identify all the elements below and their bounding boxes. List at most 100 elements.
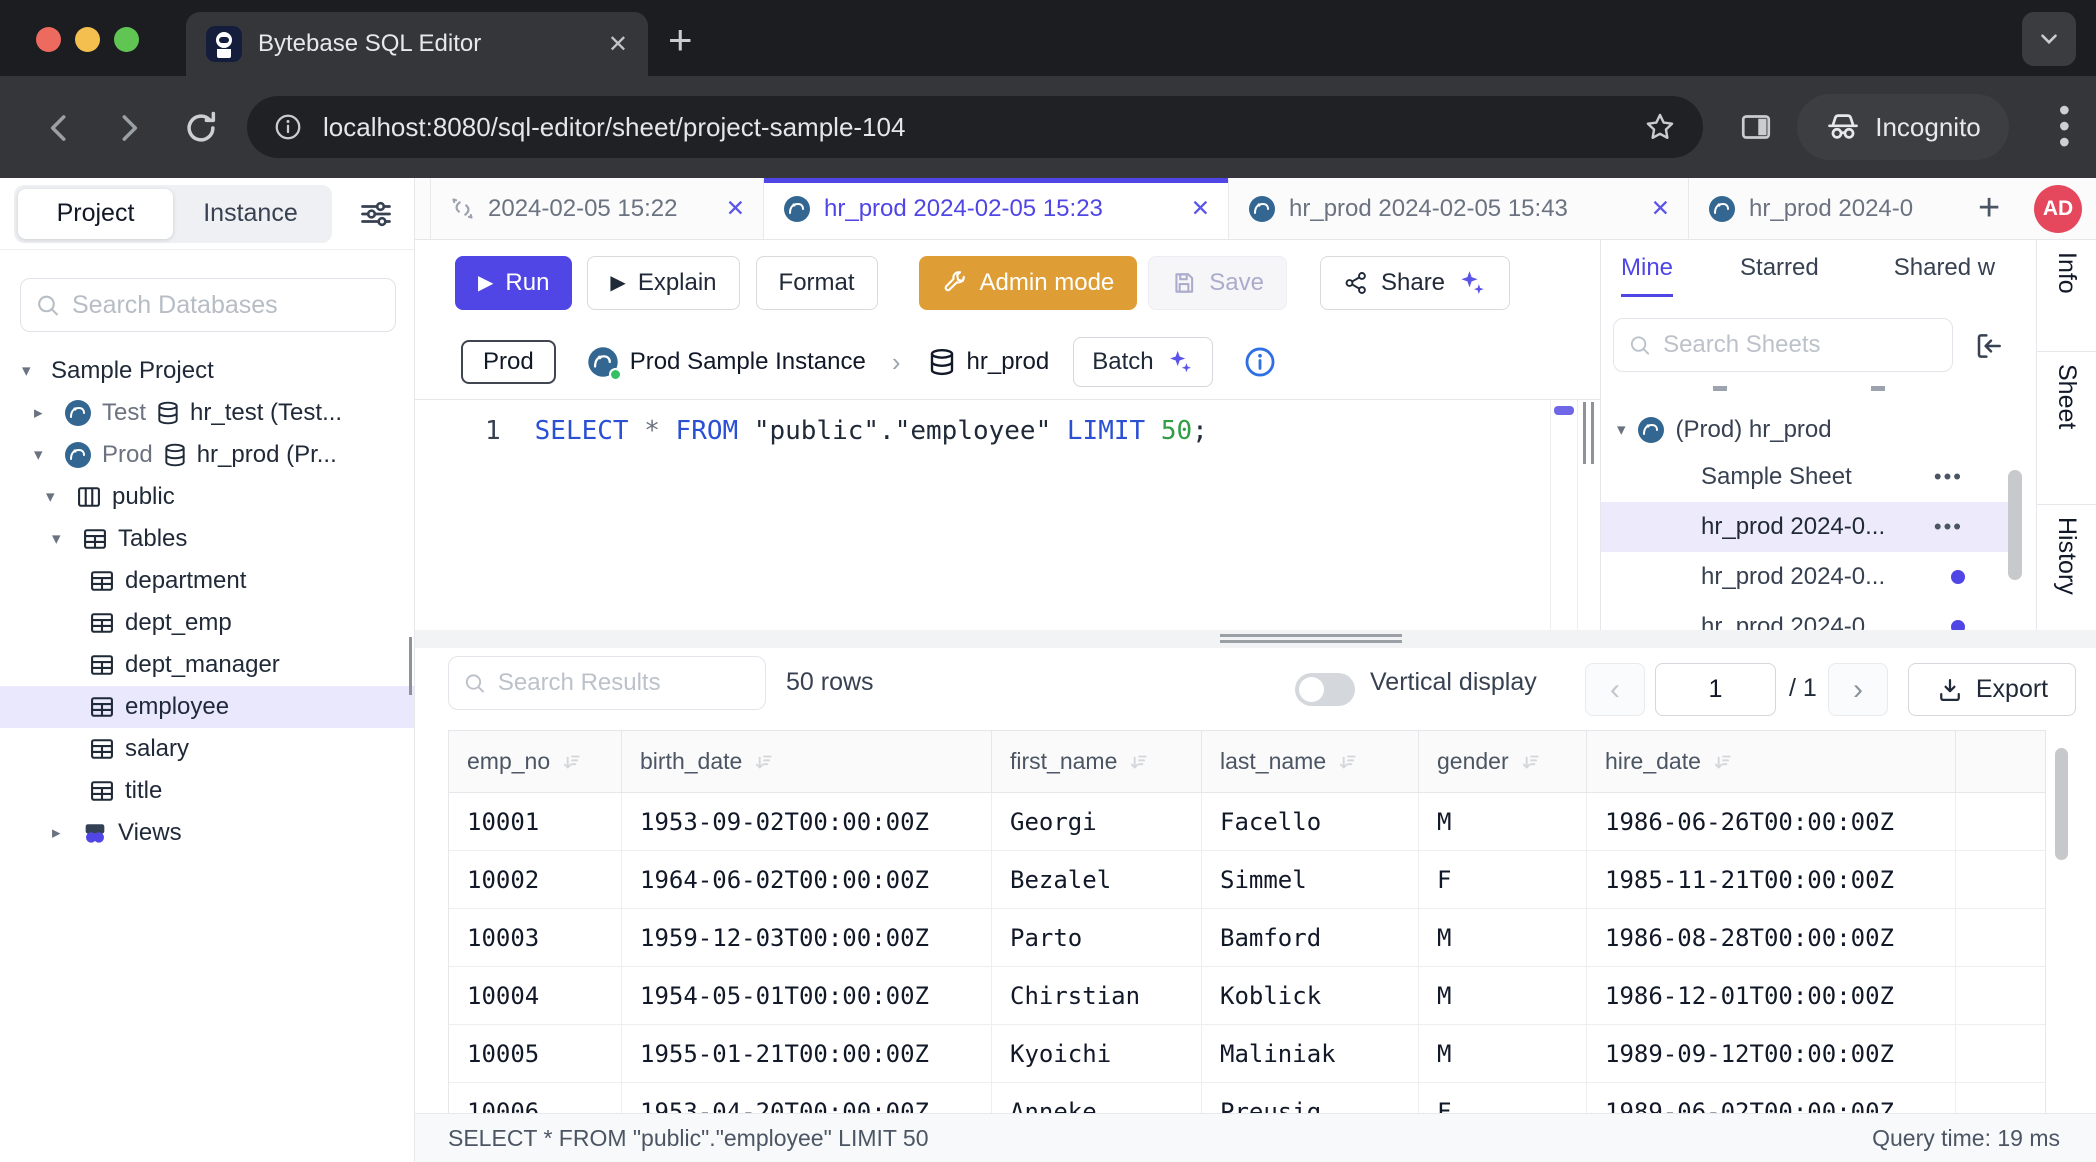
table-row[interactable]: 10003 1959-12-03T00:00:00Z Parto Bamford…	[449, 909, 2045, 967]
cell-last-name[interactable]: Preusig	[1202, 1083, 1419, 1114]
cell-last-name[interactable]: Bamford	[1202, 909, 1419, 966]
cell-last-name[interactable]: Simmel	[1202, 851, 1419, 908]
sort-icon[interactable]	[1336, 751, 1358, 773]
tree-item-table-employee[interactable]: employee	[0, 686, 414, 728]
explain-button[interactable]: ▶ Explain	[587, 256, 739, 310]
sort-icon[interactable]	[560, 751, 582, 773]
site-info-icon[interactable]	[273, 112, 303, 142]
table-row[interactable]: 10001 1953-09-02T00:00:00Z Georgi Facell…	[449, 793, 2045, 851]
cell-last-name[interactable]: Facello	[1202, 793, 1419, 850]
cell-birth-date[interactable]: 1955-01-21T00:00:00Z	[622, 1025, 992, 1082]
editor-scrollbar-thumb[interactable]	[1554, 406, 1574, 415]
cell-hire-date[interactable]: 1985-11-21T00:00:00Z	[1587, 851, 1956, 908]
cell-gender[interactable]: F	[1419, 1083, 1587, 1114]
tree-settings-button[interactable]	[358, 196, 394, 232]
browser-tab[interactable]: Bytebase SQL Editor ✕	[186, 12, 648, 76]
caret-down-icon[interactable]: ▾	[34, 445, 54, 465]
browser-menu-button[interactable]: •••	[2059, 102, 2070, 150]
format-button[interactable]: Format	[756, 256, 878, 310]
tab-info[interactable]: Info	[2037, 240, 2096, 352]
sort-icon[interactable]	[1519, 751, 1541, 773]
forward-button[interactable]	[110, 109, 148, 147]
run-button[interactable]: ▶ Run	[455, 256, 572, 310]
column-header-emp-no[interactable]: emp_no	[449, 731, 622, 792]
browser-tab-close-icon[interactable]: ✕	[608, 30, 628, 59]
caret-down-icon[interactable]: ▾	[22, 361, 42, 381]
column-header-first-name[interactable]: first_name	[992, 731, 1202, 792]
reload-button[interactable]	[182, 109, 220, 147]
cell-first-name[interactable]: Kyoichi	[992, 1025, 1202, 1082]
tab-shared[interactable]: Shared w	[1894, 254, 1995, 297]
cell-emp-no[interactable]: 10002	[449, 851, 622, 908]
tree-item-project[interactable]: ▾ Sample Project	[0, 350, 414, 392]
vertical-display-toggle[interactable]	[1295, 673, 1355, 706]
side-panel-button[interactable]	[1738, 109, 1774, 145]
cell-hire-date[interactable]: 1986-12-01T00:00:00Z	[1587, 967, 1956, 1024]
worksheet-tab-4[interactable]: hr_prod 2024-0	[1689, 178, 1964, 239]
sheet-item-sample[interactable]: Sample Sheet •••	[1601, 452, 2011, 502]
tree-item-table-dept-manager[interactable]: dept_manager	[0, 644, 414, 686]
column-header-hire-date[interactable]: hire_date	[1587, 731, 1956, 792]
worksheet-tab-2-active[interactable]: hr_prod 2024-02-05 15:23 ✕	[764, 178, 1229, 239]
connection-info-button[interactable]	[1243, 345, 1277, 379]
cell-gender[interactable]: M	[1419, 967, 1587, 1024]
sheet-search-input[interactable]	[1663, 331, 1938, 359]
cell-gender[interactable]: F	[1419, 851, 1587, 908]
new-worksheet-button[interactable]: +	[1978, 187, 2000, 230]
table-row[interactable]: 10005 1955-01-21T00:00:00Z Kyoichi Malin…	[449, 1025, 2045, 1083]
cell-birth-date[interactable]: 1953-04-20T00:00:00Z	[622, 1083, 992, 1114]
tree-item-table-salary[interactable]: salary	[0, 728, 414, 770]
results-search[interactable]	[448, 656, 766, 710]
caret-right-icon[interactable]: ▸	[34, 403, 54, 423]
worksheet-tab-1[interactable]: 2024-02-05 15:22 ✕	[430, 178, 764, 239]
cell-hire-date[interactable]: 1986-08-28T00:00:00Z	[1587, 909, 1956, 966]
tree-item-table-dept-emp[interactable]: dept_emp	[0, 602, 414, 644]
caret-down-icon[interactable]: ▾	[1617, 420, 1626, 440]
results-search-input[interactable]	[498, 669, 751, 697]
back-button[interactable]	[40, 109, 78, 147]
url-bar[interactable]: localhost:8080/sql-editor/sheet/project-…	[247, 96, 1703, 158]
admin-mode-button[interactable]: Admin mode	[919, 256, 1138, 310]
sheet-menu-icon[interactable]: •••	[1934, 464, 1963, 490]
tree-item-tables[interactable]: ▾ Tables	[0, 518, 414, 560]
bookmark-button[interactable]	[1643, 110, 1677, 144]
tab-search-chevron-button[interactable]	[2022, 12, 2076, 66]
cell-hire-date[interactable]: 1986-06-26T00:00:00Z	[1587, 793, 1956, 850]
column-header-gender[interactable]: gender	[1419, 731, 1587, 792]
tree-item-public-schema[interactable]: ▾ public	[0, 476, 414, 518]
batch-button[interactable]: Batch	[1073, 337, 1212, 387]
tab-sheet[interactable]: Sheet	[2037, 352, 2096, 505]
worksheet-tab-3[interactable]: hr_prod 2024-02-05 15:43 ✕	[1229, 178, 1689, 239]
next-page-button[interactable]: ›	[1828, 663, 1888, 716]
table-row-clipped[interactable]: 10006 1953-04-20T00:00:00Z Anneke Preusi…	[449, 1083, 2045, 1114]
user-avatar[interactable]: AD	[2034, 185, 2082, 233]
close-tab-icon[interactable]: ✕	[726, 195, 745, 222]
sheet-search[interactable]	[1613, 318, 1953, 372]
database-search-input[interactable]	[72, 291, 381, 320]
sheet-menu-icon[interactable]: •••	[1934, 514, 1963, 540]
divider-grab-handle[interactable]	[1220, 634, 1402, 643]
cell-first-name[interactable]: Bezalel	[992, 851, 1202, 908]
window-close-button[interactable]	[36, 27, 61, 52]
cell-last-name[interactable]: Maliniak	[1202, 1025, 1419, 1082]
cell-first-name[interactable]: Parto	[992, 909, 1202, 966]
cell-birth-date[interactable]: 1964-06-02T00:00:00Z	[622, 851, 992, 908]
tree-item-table-title[interactable]: title	[0, 770, 414, 812]
results-scrollbar-thumb[interactable]	[2055, 748, 2068, 860]
sort-icon[interactable]	[1127, 751, 1149, 773]
close-tab-icon[interactable]: ✕	[1651, 195, 1670, 222]
table-row[interactable]: 10002 1964-06-02T00:00:00Z Bezalel Simme…	[449, 851, 2045, 909]
export-button[interactable]: Export	[1908, 663, 2076, 716]
sort-icon[interactable]	[1711, 751, 1733, 773]
cell-first-name[interactable]: Chirstian	[992, 967, 1202, 1024]
save-button[interactable]: Save	[1148, 256, 1287, 310]
cell-emp-no[interactable]: 10005	[449, 1025, 622, 1082]
sheet-item-selected[interactable]: hr_prod 2024-0... •••	[1601, 502, 2011, 552]
database-name[interactable]: hr_prod	[967, 348, 1050, 376]
tree-item-views[interactable]: ▸ Views	[0, 812, 414, 854]
editor-scrollbar[interactable]	[1550, 400, 1578, 630]
tree-item-table-department[interactable]: department	[0, 560, 414, 602]
sheet-item-clipped[interactable]: hr_prod 2024-0	[1601, 602, 2011, 630]
window-zoom-button[interactable]	[114, 27, 139, 52]
tab-starred[interactable]: Starred	[1740, 254, 1819, 297]
